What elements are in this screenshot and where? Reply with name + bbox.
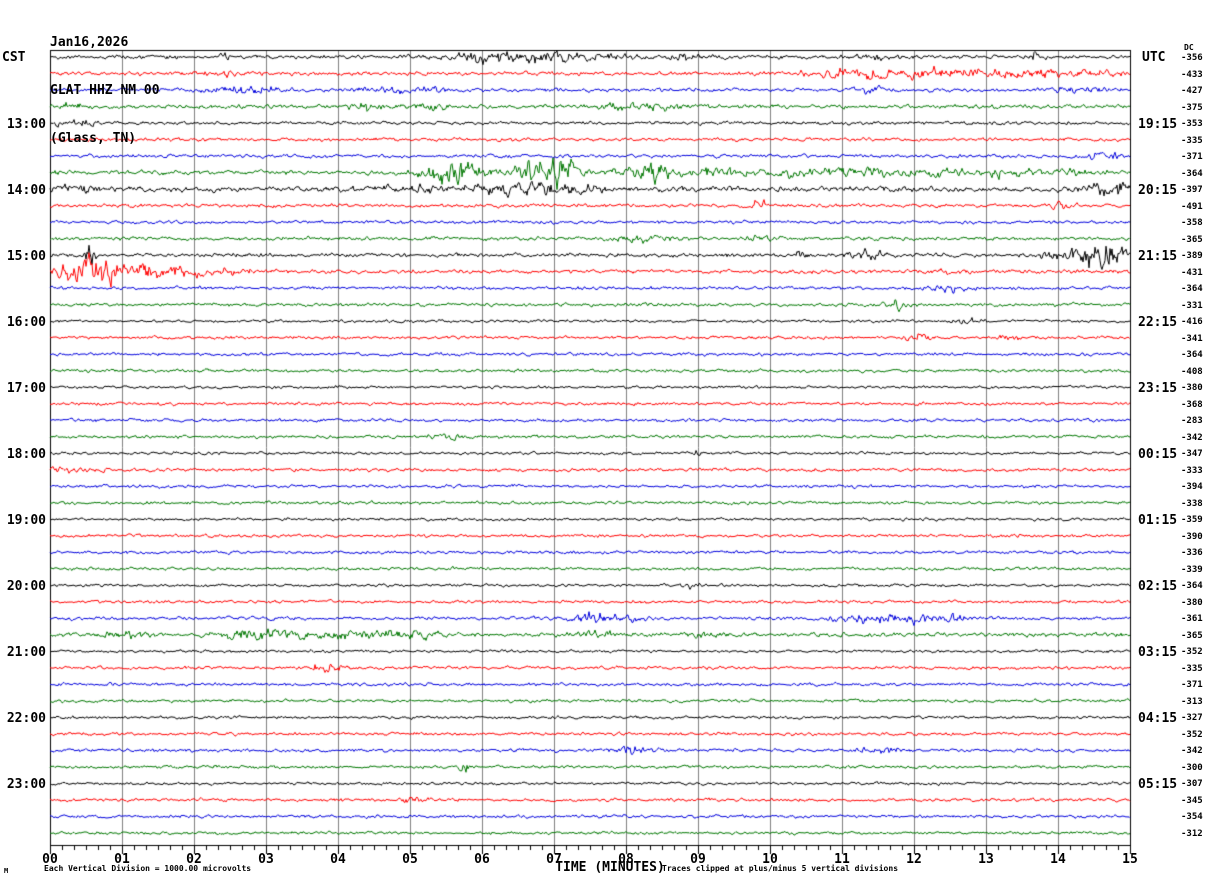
dc-offset-value: -359	[1181, 515, 1203, 526]
dc-offset-value: -342	[1181, 432, 1203, 443]
seismogram-canvas	[0, 0, 1210, 886]
dc-offset-value: -338	[1181, 498, 1203, 509]
dc-offset-value: -327	[1181, 713, 1203, 724]
dc-offset-value: -364	[1181, 168, 1203, 179]
utc-hour-label: 03:15	[1138, 645, 1178, 661]
dc-offset-value: -313	[1181, 696, 1203, 707]
utc-hour-label: 02:15	[1138, 579, 1178, 595]
dc-offset-value: -416	[1181, 317, 1203, 328]
dc-offset-value: -375	[1181, 102, 1203, 113]
dc-offset-value: -380	[1181, 383, 1203, 394]
dc-offset-value: -390	[1181, 531, 1203, 542]
utc-hour-label: 01:15	[1138, 513, 1178, 529]
dc-offset-value: -356	[1181, 53, 1203, 63]
dc-offset-value: -408	[1181, 366, 1203, 377]
dc-offset-value: -333	[1181, 465, 1203, 476]
dc-offset-value: -394	[1181, 482, 1203, 493]
cst-hour-label: 17:00	[6, 381, 46, 397]
clip-note: Traces clipped at plus/minus 5 vertical …	[662, 864, 899, 873]
dc-offset-value: -352	[1181, 729, 1203, 740]
dc-offset-value: -364	[1181, 284, 1203, 295]
utc-hour-label: 22:15	[1138, 315, 1178, 331]
cst-hour-label: 14:00	[6, 183, 46, 199]
dc-offset-header: DC	[1184, 43, 1194, 52]
x-tick-label: 14	[1050, 852, 1066, 867]
cst-hour-label: 13:00	[6, 117, 46, 133]
cst-hour-label: 15:00	[6, 249, 46, 265]
utc-hour-label: 05:15	[1138, 777, 1178, 793]
helicorder-page: Jan16,2026 GLAT HHZ NM 00 (Glass, TN) CS…	[0, 0, 1210, 886]
dc-offset-value: -427	[1181, 86, 1203, 97]
dc-offset-value: -433	[1181, 69, 1203, 80]
cst-hour-label: 20:00	[6, 579, 46, 595]
dc-offset-value: -342	[1181, 746, 1203, 757]
dc-offset-value: -380	[1181, 597, 1203, 608]
x-tick-label: 12	[906, 852, 922, 867]
dc-offset-value: -339	[1181, 564, 1203, 575]
dc-offset-value: -371	[1181, 152, 1203, 163]
cst-hour-label: 16:00	[6, 315, 46, 331]
cst-hour-label: 23:00	[6, 777, 46, 793]
dc-offset-value: -336	[1181, 548, 1203, 559]
title-station: GLAT HHZ NM 00	[50, 83, 160, 98]
dc-offset-value: -365	[1181, 234, 1203, 245]
dc-offset-value: -364	[1181, 350, 1203, 361]
x-tick-label: 04	[330, 852, 346, 867]
utc-hour-label: 21:15	[1138, 249, 1178, 265]
cst-hour-label: 21:00	[6, 645, 46, 661]
x-tick-label: 05	[402, 852, 418, 867]
x-tick-label: 15	[1122, 852, 1138, 867]
utc-hour-label: 04:15	[1138, 711, 1178, 727]
dc-offset-value: -283	[1181, 416, 1203, 427]
plot-title: Jan16,2026 GLAT HHZ NM 00 (Glass, TN)	[50, 3, 160, 179]
dc-offset-value: -365	[1181, 630, 1203, 641]
title-location: (Glass, TN)	[50, 131, 137, 146]
dc-offset-value: -397	[1181, 185, 1203, 196]
dc-offset-value: -364	[1181, 581, 1203, 592]
x-tick-label: 03	[258, 852, 274, 867]
cst-hour-label: 19:00	[6, 513, 46, 529]
utc-hour-label: 23:15	[1138, 381, 1178, 397]
dc-offset-value: -345	[1181, 795, 1203, 806]
left-timezone-label: CST	[2, 50, 26, 65]
title-date: Jan16,2026	[50, 35, 129, 50]
cst-hour-label: 18:00	[6, 447, 46, 463]
dc-offset-value: -341	[1181, 333, 1203, 344]
dc-offset-value: -368	[1181, 399, 1203, 410]
dc-offset-value: -354	[1181, 812, 1203, 823]
utc-hour-label: 19:15	[1138, 117, 1178, 133]
dc-offset-value: -353	[1181, 119, 1203, 130]
x-tick-label: 06	[474, 852, 490, 867]
dc-offset-value: -361	[1181, 614, 1203, 625]
scale-note: Each Vertical Division = 1000.00 microvo…	[44, 864, 252, 873]
dc-offset-value: -312	[1181, 828, 1203, 839]
dc-offset-value: -358	[1181, 218, 1203, 229]
corner-mark: M	[4, 867, 9, 875]
dc-offset-value: -307	[1181, 779, 1203, 790]
cst-hour-label: 22:00	[6, 711, 46, 727]
dc-offset-value: -300	[1181, 762, 1203, 773]
dc-offset-value: -431	[1181, 267, 1203, 278]
dc-offset-value: -331	[1181, 300, 1203, 311]
dc-offset-value: -491	[1181, 201, 1203, 212]
utc-hour-label: 20:15	[1138, 183, 1178, 199]
right-timezone-label: UTC	[1142, 50, 1166, 65]
dc-offset-value: -371	[1181, 680, 1203, 691]
dc-offset-value: -335	[1181, 663, 1203, 674]
dc-offset-value: -347	[1181, 449, 1203, 460]
x-tick-label: 13	[978, 852, 994, 867]
dc-offset-value: -335	[1181, 135, 1203, 146]
dc-offset-value: -352	[1181, 647, 1203, 658]
utc-hour-label: 00:15	[1138, 447, 1178, 463]
dc-offset-value: -389	[1181, 251, 1203, 262]
